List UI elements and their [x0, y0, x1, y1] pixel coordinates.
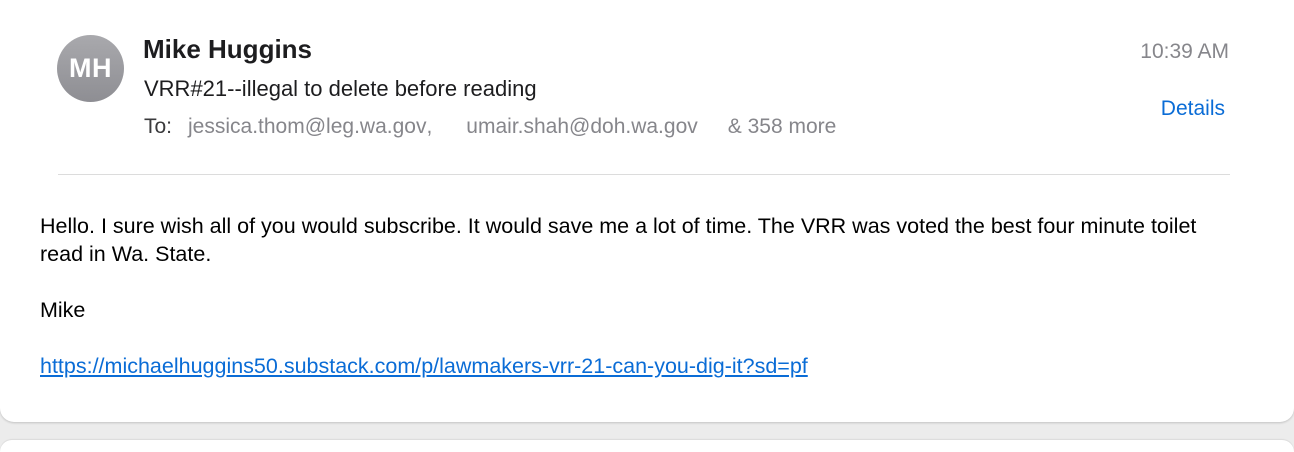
- sender-name[interactable]: Mike Huggins: [143, 34, 312, 65]
- more-recipients[interactable]: & 358 more: [728, 115, 837, 139]
- sender-avatar: MH: [57, 35, 124, 102]
- substack-link[interactable]: https://michaelhuggins50.substack.com/p/…: [40, 354, 808, 378]
- to-label: To:: [144, 115, 173, 138]
- body-signoff: Mike: [40, 298, 86, 322]
- header-divider: [58, 174, 1230, 175]
- recipient-1[interactable]: jessica.thom@leg.wa.gov: [188, 115, 426, 139]
- message-card: MH Mike Huggins VRR#21--illegal to delet…: [0, 0, 1294, 422]
- details-link[interactable]: Details: [1161, 97, 1225, 121]
- body-paragraph: Hello. I sure wish all of you would subs…: [40, 214, 1197, 266]
- message-subject: VRR#21--illegal to delete before reading: [144, 76, 537, 101]
- next-message-edge: [0, 440, 1294, 452]
- body-link-paragraph: https://michaelhuggins50.substack.com/p/…: [40, 352, 1240, 380]
- recipient-separator: ,: [426, 115, 433, 138]
- avatar-initials: MH: [69, 53, 112, 83]
- message-body: Hello. I sure wish all of you would subs…: [40, 212, 1240, 380]
- recipients-row: To: jessica.thom@leg.wa.gov, umair.shah@…: [144, 115, 836, 139]
- recipient-2[interactable]: umair.shah@doh.wa.gov: [466, 115, 697, 139]
- message-time: 10:39 AM: [1140, 40, 1229, 63]
